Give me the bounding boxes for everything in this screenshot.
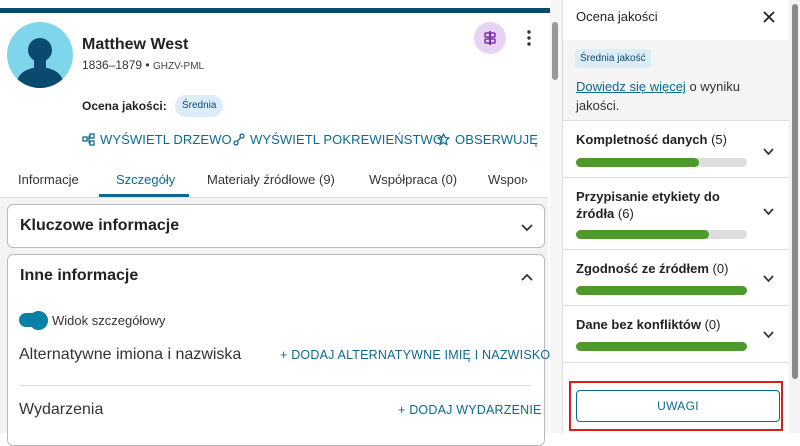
view-relationship-link[interactable]: WYŚWIETL POKREWIEŃSTWO bbox=[233, 132, 443, 147]
tab-materialy-zrodlowe[interactable]: Materiały źródłowe (9) bbox=[207, 172, 335, 187]
detailed-view-toggle[interactable] bbox=[19, 311, 48, 330]
quality-panel: Ocena jakości Średnia jakość Dowiedz się… bbox=[562, 0, 800, 433]
watch-label: OBSERWUJĘ bbox=[455, 132, 539, 147]
alt-names-label: Alternatywne imiona i nazwiska bbox=[19, 346, 242, 363]
detailed-view-label: Widok szczegółowy bbox=[52, 313, 166, 328]
person-lifespan: 1836–1879 • GHZV-PML bbox=[82, 58, 204, 72]
metric-label: Zgodność ze źródłem (0) bbox=[576, 261, 729, 276]
metric-progress-fill bbox=[576, 230, 710, 239]
header-accent-bar bbox=[0, 8, 550, 13]
attach-button[interactable] bbox=[474, 22, 506, 54]
chevron-up-icon[interactable] bbox=[520, 270, 534, 284]
section-divider bbox=[19, 385, 531, 386]
quality-panel-title: Ocena jakości bbox=[576, 9, 658, 24]
kebab-menu-icon bbox=[527, 30, 531, 46]
person-silhouette-icon bbox=[15, 38, 65, 88]
chevron-down-icon[interactable] bbox=[520, 220, 534, 234]
metric-progress-fill bbox=[576, 158, 700, 167]
toggle-knob bbox=[29, 311, 48, 330]
view-tree-label: WYŚWIETL DRZEWO bbox=[100, 132, 232, 147]
scrollbar-thumb[interactable] bbox=[792, 4, 798, 379]
metric-label: Kompletność danych (5) bbox=[576, 132, 727, 147]
metric-source-tagging[interactable]: Przypisanie etykiety do źródła (6) bbox=[563, 177, 789, 250]
metric-progress-fill bbox=[576, 342, 747, 351]
learn-more-link[interactable]: Dowiedz się więcej bbox=[576, 79, 686, 94]
quality-badge[interactable]: Średnia bbox=[175, 95, 224, 117]
key-info-card[interactable]: Kluczowe informacje bbox=[7, 204, 545, 248]
metric-progress-bar bbox=[576, 158, 747, 167]
events-label: Wydarzenia bbox=[19, 401, 104, 418]
add-alt-name-label: DODAJ ALTERNATYWNE IMIĘ I NAZWISKO bbox=[291, 348, 551, 362]
metric-progress-bar bbox=[576, 342, 747, 351]
view-tree-link[interactable]: WYŚWIETL DRZEWO bbox=[82, 132, 232, 147]
main-scrollbar[interactable] bbox=[550, 0, 562, 433]
tab-informacje[interactable]: Informacje bbox=[18, 172, 79, 187]
tab-wspomnienia[interactable]: Wspom bbox=[488, 172, 524, 187]
learn-more-text: Dowiedz się więcej o wyniku jakości. bbox=[576, 77, 776, 115]
quality-level-badge: Średnia jakość bbox=[575, 49, 651, 68]
chevron-down-icon[interactable] bbox=[762, 145, 775, 158]
quality-label: Ocena jakości: bbox=[82, 99, 167, 113]
panel-scrollbar[interactable] bbox=[789, 0, 800, 433]
chevron-down-icon[interactable] bbox=[762, 205, 775, 218]
notes-button[interactable]: UWAGI bbox=[576, 390, 780, 422]
metric-label: Przypisanie etykiety do źródła (6) bbox=[576, 189, 720, 221]
signpost-icon bbox=[484, 31, 496, 45]
tabs-scroll-right-icon[interactable]: › bbox=[524, 173, 528, 187]
other-info-title: Inne informacje bbox=[20, 267, 139, 284]
person-details-pane: Matthew West 1836–1879 • GHZV-PML Ocena … bbox=[0, 0, 562, 446]
add-event-label: DODAJ WYDARZENIE bbox=[409, 403, 542, 417]
tab-wspolpraca[interactable]: Współpraca (0) bbox=[369, 172, 457, 187]
metric-completeness[interactable]: Kompletność danych (5) bbox=[563, 120, 789, 185]
metric-progress-bar bbox=[576, 286, 747, 295]
person-name: Matthew West bbox=[82, 36, 189, 53]
relationship-icon bbox=[233, 133, 245, 146]
metric-label: Dane bez konfliktów (0) bbox=[576, 317, 721, 332]
add-alt-name-button[interactable]: + DODAJ ALTERNATYWNE IMIĘ I NAZWISKO bbox=[280, 348, 550, 362]
view-relationship-label: WYŚWIETL POKREWIEŃSTWO bbox=[250, 132, 444, 147]
person-id: GHZV-PML bbox=[152, 61, 205, 72]
metric-progress-fill bbox=[576, 286, 747, 295]
metric-progress-bar bbox=[576, 230, 747, 239]
close-icon[interactable] bbox=[762, 10, 776, 24]
watch-link[interactable]: OBSERWUJĘ bbox=[437, 132, 538, 147]
scrollbar-thumb[interactable] bbox=[552, 22, 558, 80]
add-event-button[interactable]: + DODAJ WYDARZENIE bbox=[398, 403, 542, 417]
star-icon bbox=[437, 133, 450, 146]
lifespan-years: 1836–1879 bbox=[82, 58, 143, 72]
metric-source-consistency[interactable]: Zgodność ze źródłem (0) bbox=[563, 249, 789, 306]
metric-no-conflicts[interactable]: Dane bez konfliktów (0) bbox=[563, 305, 789, 363]
tab-szczegoly[interactable]: Szczegóły bbox=[116, 172, 175, 187]
avatar bbox=[7, 22, 73, 88]
separator: • bbox=[145, 58, 150, 72]
key-info-title: Kluczowe informacje bbox=[20, 217, 180, 234]
more-options-button[interactable] bbox=[524, 28, 534, 48]
tree-icon bbox=[82, 133, 95, 146]
chevron-down-icon[interactable] bbox=[762, 272, 775, 285]
chevron-down-icon[interactable] bbox=[762, 328, 775, 341]
